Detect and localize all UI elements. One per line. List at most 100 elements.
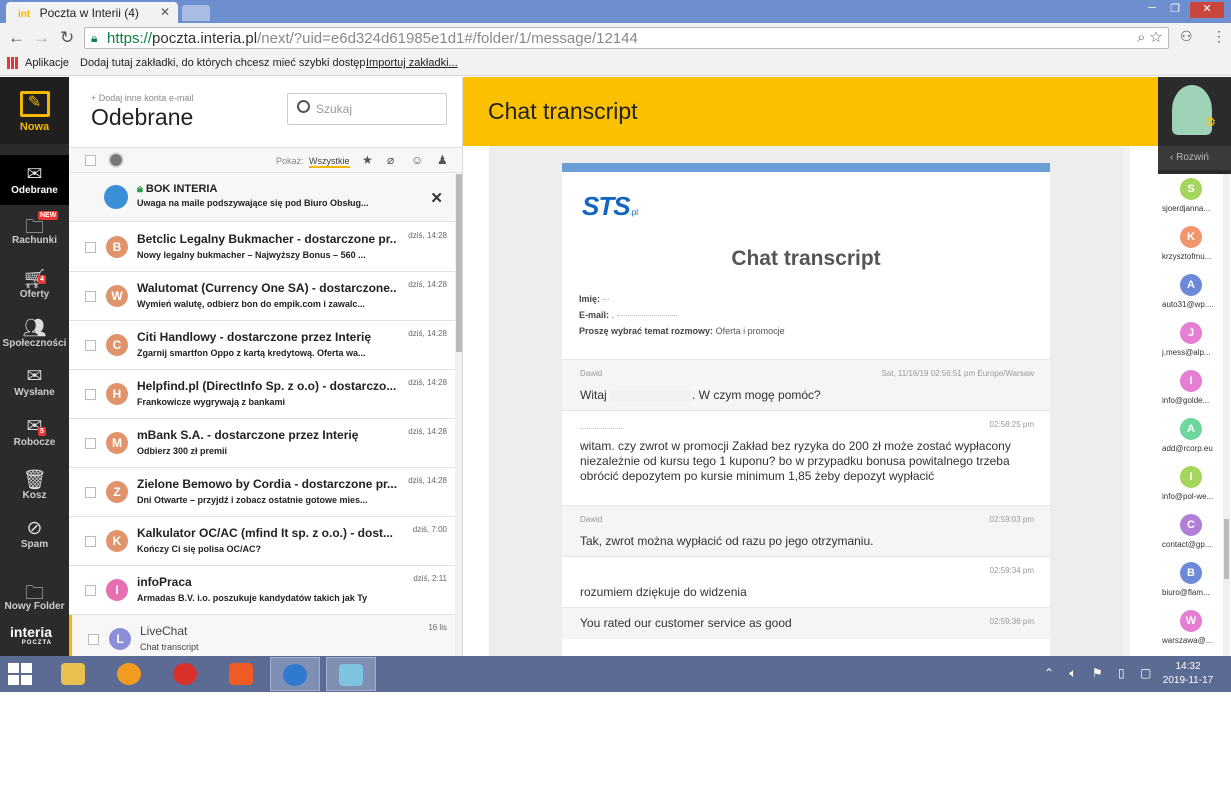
person-filter-icon[interactable]: ♟ <box>437 153 448 167</box>
nav-item-spam[interactable]: ⊘ Spam <box>0 509 69 559</box>
expand-contacts-button[interactable]: ‹ Rozwiń <box>1158 146 1231 170</box>
extension-icon[interactable]: ⚇ <box>1180 28 1193 45</box>
contact-item[interactable]: Jj.mess@alp... <box>1158 318 1231 366</box>
notes-taskbar-icon[interactable] <box>326 657 376 691</box>
star-filter-icon[interactable]: ★ <box>362 153 373 167</box>
contact-item[interactable]: Aauto31@wp.... <box>1158 270 1231 318</box>
mail-checkbox[interactable] <box>85 340 96 351</box>
message-subject: Chat transcript <box>488 98 638 124</box>
mail-checkbox[interactable] <box>85 389 96 400</box>
nav-label: Odebrane <box>11 185 58 196</box>
mail-checkbox[interactable] <box>85 242 96 253</box>
mail-row[interactable]: W Walutomat (Currency One SA) - dostarczo… <box>69 272 455 321</box>
add-account-label: Dodaj inne konta e-mail <box>98 93 194 103</box>
sender-avatar: W <box>106 285 128 307</box>
contact-avatar: I <box>1180 370 1202 392</box>
sender-filter-icon[interactable] <box>108 152 124 168</box>
import-bookmarks-link[interactable]: Importuj zakładki... <box>366 57 458 69</box>
contact-avatar: W <box>1180 610 1202 632</box>
file-explorer-taskbar-icon[interactable] <box>48 657 98 691</box>
contact-item[interactable]: Iinfo@pol-we... <box>1158 462 1231 510</box>
email-label: E-mail: <box>579 310 610 320</box>
mail-sender: mBank S.A. - dostarczone przez Interię <box>137 428 359 442</box>
nav-item-oferty[interactable]: 🛒︎ 4 Oferty <box>0 259 69 309</box>
sun-app-taskbar-icon[interactable] <box>104 657 154 691</box>
mail-sender: Betclic Legalny Bukmacher - dostarczone … <box>137 232 397 246</box>
zoom-icon[interactable]: ⌕ <box>1137 29 1145 46</box>
mail-checkbox[interactable] <box>85 291 96 302</box>
nav-item-wyslane[interactable]: ✉ Wysłane <box>0 357 69 407</box>
contacts-filter-icon[interactable]: ☺ <box>411 153 423 167</box>
windows-start-icon[interactable] <box>8 663 34 687</box>
mail-row[interactable]: C Citi Handlowy - dostarczone przez Inter… <box>69 321 455 370</box>
notice-row[interactable]: 🔒︎ BOK INTERIA Uwaga na maile podszywają… <box>69 174 455 222</box>
contact-item[interactable]: Bbiuro@flam... <box>1158 558 1231 606</box>
filter-all-tab[interactable]: Wszystkie <box>309 156 350 168</box>
apps-grid-icon[interactable] <box>7 57 19 69</box>
back-arrow-icon[interactable]: ← <box>8 28 25 48</box>
mail-checkbox[interactable] <box>85 487 96 498</box>
address-bar[interactable]: 🔒︎ https://poczta.interia.pl/next/?uid=e… <box>84 27 1169 49</box>
interia-logo[interactable]: interia POCZTA <box>10 624 52 646</box>
nav-item-kosz[interactable]: 🗑︎ Kosz <box>0 460 69 510</box>
minimize-icon[interactable]: ─ <box>1140 2 1164 18</box>
contact-item[interactable]: Ccontact@gp... <box>1158 510 1231 558</box>
mail-row[interactable]: Z Zielone Bemowo by Cordia - dostarczone … <box>69 468 455 517</box>
forward-arrow-icon[interactable]: → <box>33 28 50 48</box>
close-window-icon[interactable]: ✕ <box>1190 2 1224 18</box>
new-tab-button[interactable] <box>182 5 210 21</box>
gear-icon[interactable]: ⚙ <box>1205 115 1216 129</box>
mail-list-scrollbar[interactable] <box>455 174 462 656</box>
mail-row[interactable]: B Betclic Legalny Bukmacher - dostarczone… <box>69 223 455 272</box>
search-input[interactable]: Szukaj <box>287 93 447 125</box>
mail-row[interactable]: H Helpfind.pl (DirectInfo Sp. z o.o) - do… <box>69 370 455 419</box>
select-all-checkbox[interactable] <box>85 155 96 166</box>
apps-link[interactable]: Aplikacje <box>25 57 69 69</box>
browser-taskbar-icon[interactable] <box>270 657 320 691</box>
browser-tab[interactable]: int Poczta w Interii (4) ✕ <box>6 2 178 23</box>
chat-time: 02:58:25 pm <box>989 420 1034 429</box>
user-avatar[interactable]: ⚙ <box>1172 85 1216 135</box>
brave-taskbar-icon[interactable] <box>216 657 266 691</box>
contact-item[interactable]: Wwarszawa@... <box>1158 606 1231 654</box>
contacts-scrollbar[interactable] <box>1223 174 1230 656</box>
nav-item-odebrane[interactable]: ✉ Odebrane <box>0 155 69 205</box>
contact-item[interactable]: Ssjoerdjanna... <box>1158 174 1231 222</box>
contact-item[interactable]: Iinfo@golde... <box>1158 366 1231 414</box>
nav-item-spolecznosci[interactable]: 👥︎ Społeczności <box>0 308 69 358</box>
close-icon[interactable]: ✕ <box>430 189 443 207</box>
bookmark-star-icon[interactable]: ☆ <box>1150 29 1162 46</box>
system-tray-icons[interactable]: ⌃ 🔈︎ ⚑ ▯ ▢ <box>1044 666 1157 681</box>
nav-item-robocze[interactable]: ✉ 5 Robocze <box>0 407 69 457</box>
logo-subtext: POCZTA <box>21 640 53 646</box>
mail-checkbox[interactable] <box>85 536 96 547</box>
mail-checkbox[interactable] <box>88 634 99 645</box>
mail-checkbox[interactable] <box>85 585 96 596</box>
taskbar-clock[interactable]: 14:32 2019-11-17 <box>1158 660 1218 688</box>
scrollbar-thumb[interactable] <box>1224 519 1229 579</box>
menu-icon[interactable]: ⋮ <box>1212 28 1226 45</box>
tab-close-icon[interactable]: ✕ <box>160 5 170 19</box>
scrollbar-thumb[interactable] <box>456 174 462 352</box>
message-scrollbar[interactable] <box>1123 146 1130 656</box>
mail-row[interactable]: MmBank S.A. - dostarczone przez Interię O… <box>69 419 455 468</box>
contact-item[interactable]: Aadd@rcorp.eu <box>1158 414 1231 462</box>
sender-avatar: C <box>106 334 128 356</box>
reload-icon[interactable]: ↻ <box>60 28 74 48</box>
mail-subject: Frankowicze wygrywają z bankami <box>137 397 286 407</box>
compose-button[interactable]: ✎ Nowa <box>0 77 69 144</box>
nav-item-nowy-folder[interactable]: 🗀︎ Nowy Folder <box>0 571 69 621</box>
mail-row[interactable]: IinfoPraca Armadas B.V. i.o. poszukuje ka… <box>69 566 455 615</box>
mail-row[interactable]: L LiveChat Chat transcript 16 lis <box>69 615 455 656</box>
restore-icon[interactable]: ❐ <box>1163 2 1187 18</box>
mail-row[interactable]: K Kalkulator OC/AC (mfind It sp. z o.o.) … <box>69 517 455 566</box>
mail-checkbox[interactable] <box>85 438 96 449</box>
chat-message: Dawid Sat, 11/16/19 02:56:51 pm Europe/W… <box>562 359 1050 410</box>
nav-item-rachunki[interactable]: 🗀︎ NEW Rachunki <box>0 205 69 255</box>
attachment-filter-icon[interactable]: ⌀ <box>387 153 394 167</box>
add-account-link[interactable]: + Dodaj inne konta e-mail <box>91 93 193 103</box>
vivaldi-taskbar-icon[interactable] <box>160 657 210 691</box>
email-field: E-mail: . <box>579 310 677 320</box>
nav-label: Spam <box>20 539 49 550</box>
contact-item[interactable]: Kkrzysztofmu... <box>1158 222 1231 270</box>
